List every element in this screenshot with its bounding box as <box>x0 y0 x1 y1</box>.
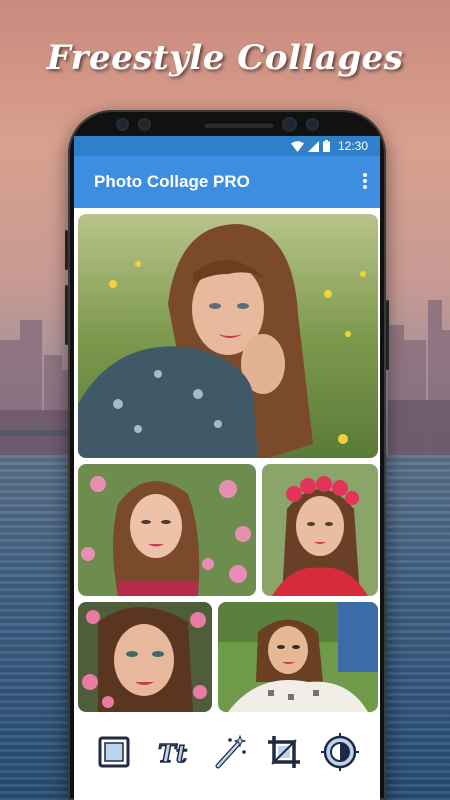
app-bar: Photo Collage PRO <box>74 156 380 208</box>
collage-photo-1[interactable] <box>78 214 378 458</box>
overflow-menu-icon[interactable] <box>362 171 368 193</box>
photo-woman-closeup-blossoms <box>78 602 212 712</box>
photo-woman-flower-crown <box>262 464 378 596</box>
proximity-sensor <box>308 120 317 129</box>
adjust-tool-button[interactable] <box>320 732 360 772</box>
collage-canvas[interactable] <box>74 208 380 724</box>
signal-icon <box>308 140 319 152</box>
collage-photo-3[interactable] <box>262 464 378 596</box>
app-screen: 12:30 Photo Collage PRO Tt <box>74 136 380 800</box>
phone-speaker <box>204 122 274 128</box>
effects-tool-button[interactable] <box>210 732 250 772</box>
svg-text:Tt: Tt <box>158 739 187 768</box>
wifi-icon <box>291 140 304 152</box>
front-camera <box>140 120 149 129</box>
volume-up-button-decor <box>65 230 68 270</box>
battery-icon <box>323 140 330 152</box>
crop-icon <box>268 736 300 768</box>
volume-down-button-decor <box>65 285 68 345</box>
collage-photo-4[interactable] <box>78 602 212 712</box>
app-title: Photo Collage PRO <box>94 172 250 191</box>
status-time: 12:30 <box>337 139 368 153</box>
text-icon: Tt <box>157 738 187 769</box>
sensor-dot <box>118 120 127 129</box>
iris-scanner <box>284 119 295 130</box>
promo-headline: Freestyle Collages <box>46 38 404 78</box>
photo-woman-on-grass <box>78 214 378 458</box>
collage-photo-2[interactable] <box>78 464 256 596</box>
frame-tool-button[interactable] <box>94 732 134 772</box>
collage-photo-5[interactable] <box>218 602 378 712</box>
bottom-toolbar: Tt <box>74 724 380 800</box>
phone-frame: 12:30 Photo Collage PRO Tt <box>65 110 389 800</box>
power-button-decor <box>386 300 389 370</box>
photo-woman-pink-blossoms <box>78 464 256 596</box>
magic-wand-icon <box>215 734 246 769</box>
photo-woman-lying-grass <box>218 602 378 712</box>
text-tool-button[interactable]: Tt <box>154 732 194 772</box>
status-bar: 12:30 <box>74 136 380 156</box>
adjust-icon <box>321 733 359 771</box>
frame-icon <box>98 736 130 768</box>
crop-tool-button[interactable] <box>264 732 304 772</box>
